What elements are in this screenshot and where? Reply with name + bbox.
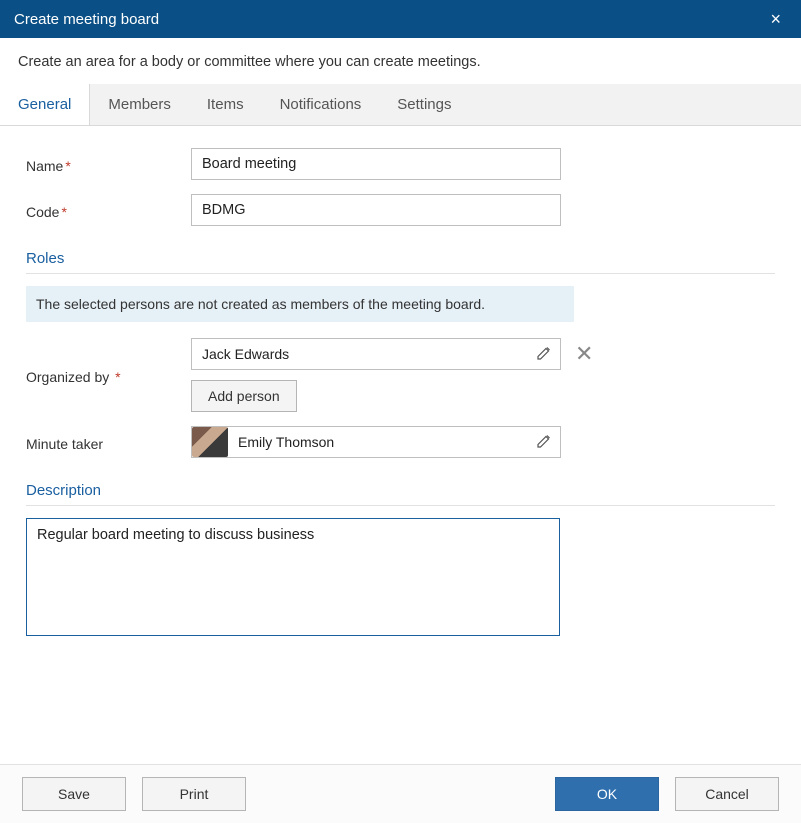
code-input[interactable] [191, 194, 561, 226]
minute-taker-picker[interactable]: Emily Thomson [191, 426, 561, 458]
add-person-button[interactable]: Add person [191, 380, 297, 412]
name-label-text: Name [26, 158, 63, 174]
organized-by-label-text: Organized by [26, 369, 109, 385]
row-minute-taker: Minute taker Emily Thomson [26, 426, 775, 458]
dialog-footer: Save Print OK Cancel [0, 764, 801, 823]
tab-general[interactable]: General [0, 84, 90, 125]
tab-items[interactable]: Items [189, 84, 262, 125]
pencil-icon[interactable] [536, 345, 552, 364]
remove-person-icon[interactable]: ✕ [575, 343, 593, 365]
tab-settings[interactable]: Settings [379, 84, 469, 125]
organized-by-label: Organized by * [26, 365, 191, 385]
row-code: Code* [26, 194, 775, 226]
avatar [192, 427, 228, 457]
roles-info-box: The selected persons are not created as … [26, 286, 574, 322]
tab-bar: General Members Items Notifications Sett… [0, 84, 801, 126]
organized-by-picker[interactable]: Jack Edwards [191, 338, 561, 370]
required-indicator: * [111, 369, 120, 385]
dialog-title: Create meeting board [14, 11, 159, 28]
minute-taker-value: Emily Thomson [228, 434, 536, 450]
row-organized-by: Organized by * Jack Edwards ✕ Add person [26, 338, 775, 412]
print-button[interactable]: Print [142, 777, 246, 811]
minute-taker-label: Minute taker [26, 432, 191, 452]
description-textarea[interactable] [26, 518, 560, 636]
row-name: Name* [26, 148, 775, 180]
ok-button[interactable]: OK [555, 777, 659, 811]
name-input[interactable] [191, 148, 561, 180]
organized-by-value: Jack Edwards [202, 346, 536, 362]
required-indicator: * [61, 204, 66, 220]
roles-section-label: Roles [26, 250, 775, 267]
required-indicator: * [65, 158, 70, 174]
tab-notifications[interactable]: Notifications [262, 84, 380, 125]
form-panel: Name* Code* Roles The selected persons a… [0, 126, 801, 764]
code-label-text: Code [26, 204, 59, 220]
section-divider [26, 273, 775, 274]
section-divider [26, 505, 775, 506]
tab-members[interactable]: Members [90, 84, 189, 125]
name-label: Name* [26, 154, 191, 174]
cancel-button[interactable]: Cancel [675, 777, 779, 811]
description-section-label: Description [26, 482, 775, 499]
save-button[interactable]: Save [22, 777, 126, 811]
close-icon[interactable]: × [764, 6, 787, 32]
pencil-icon[interactable] [536, 433, 552, 452]
dialog-titlebar: Create meeting board × [0, 0, 801, 38]
dialog-subtitle: Create an area for a body or committee w… [0, 38, 801, 84]
code-label: Code* [26, 200, 191, 220]
